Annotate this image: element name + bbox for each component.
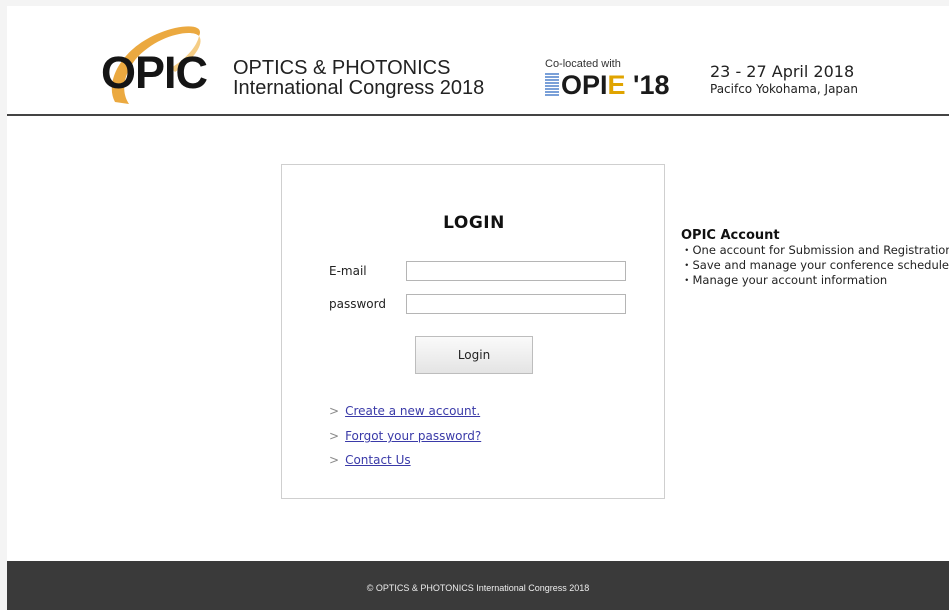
password-field[interactable] (406, 294, 626, 314)
account-info-item: ・One account for Submission and Registra… (681, 243, 949, 257)
window-left-edge (0, 0, 7, 610)
congress-title-line2: International Congress 2018 (233, 77, 485, 99)
opie-logo-part2: E (607, 70, 626, 100)
link-arrow-icon: > (329, 453, 340, 467)
site-header: OPIC OPTICS & PHOTONICS International Co… (7, 6, 949, 114)
opic-logo-text: OPIC (101, 47, 208, 98)
email-label: E-mail (329, 264, 367, 278)
congress-title: OPTICS & PHOTONICS International Congres… (233, 58, 484, 98)
opie-logo-part3: '18 (625, 70, 670, 100)
colocated-label: Co-located with (545, 58, 621, 70)
site-footer: © OPTICS & PHOTONICS International Congr… (7, 561, 949, 610)
account-info-item: ・Manage your account information (681, 273, 888, 287)
opie-logo-text: OPIE '18 (561, 72, 670, 99)
account-info-title: OPIC Account (681, 228, 780, 243)
header-divider (7, 114, 949, 116)
footer-copyright: © OPTICS & PHOTONICS International Congr… (366, 583, 590, 593)
link-arrow-icon: > (329, 429, 340, 443)
contact-us-row: > Contact Us (329, 453, 411, 467)
event-venue: Pacifco Yokohama, Japan (710, 82, 859, 96)
create-account-link[interactable]: Create a new account. (345, 404, 480, 418)
account-info-item: ・Save and manage your conference schedul… (681, 258, 949, 272)
create-account-row: > Create a new account. (329, 404, 480, 418)
password-label: password (329, 297, 386, 311)
congress-title-line1: OPTICS & PHOTONICS (233, 57, 451, 79)
forgot-password-link[interactable]: Forgot your password? (345, 429, 481, 443)
opie-stripes-icon (545, 73, 559, 99)
login-card: LOGIN E-mail password Login > Create a ne… (281, 164, 665, 499)
login-button[interactable]: Login (415, 336, 533, 374)
opie-logo-part1: OPI (561, 70, 608, 100)
opic-logo[interactable]: OPIC (95, 20, 230, 110)
login-title: LOGIN (443, 213, 505, 233)
colocated-opie-logo[interactable]: Co-located with OPIE '18 (545, 58, 670, 99)
event-dates: 23 - 27 April 2018 (710, 62, 855, 81)
event-info: 23 - 27 April 2018 Pacifco Yokohama, Jap… (710, 62, 858, 96)
account-info: OPIC Account ・One account for Submission… (681, 228, 949, 288)
forgot-password-row: > Forgot your password? (329, 429, 481, 443)
contact-us-link[interactable]: Contact Us (345, 453, 411, 467)
link-arrow-icon: > (329, 404, 340, 418)
email-field[interactable] (406, 261, 626, 281)
